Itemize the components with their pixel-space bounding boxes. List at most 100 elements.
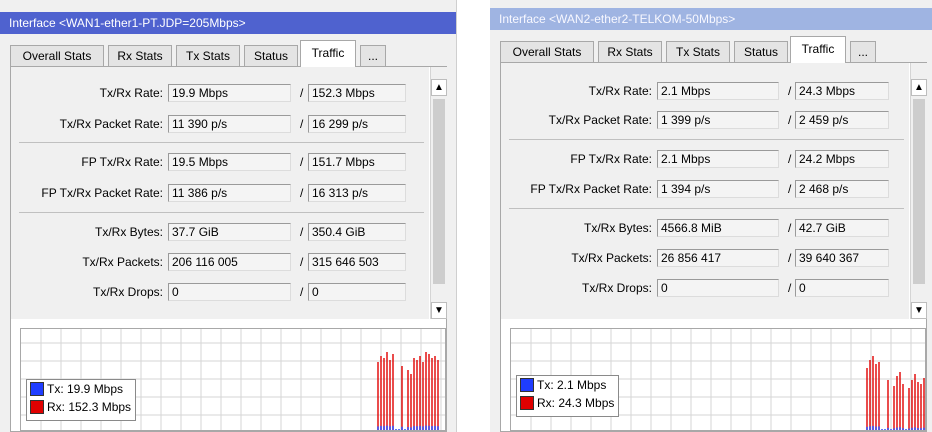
tx-packet-rate-value: 11 390 p/s [168, 115, 291, 133]
graph-legend: Tx: 2.1 Mbps Rx: 24.3 Mbps [516, 375, 620, 417]
scroll-up-icon[interactable]: ▲ [911, 79, 927, 96]
field-label: Tx/Rx Rate: [588, 84, 652, 98]
separator-slash: / [300, 225, 304, 239]
fp-tx-rate-value: 2.1 Mbps [657, 150, 779, 168]
stats-fields: Tx/Rx Rate: 2.1 Mbps / 24.3 Mbps Tx/Rx P… [501, 63, 909, 319]
field-label: Tx/Rx Bytes: [94, 225, 163, 239]
fp-rx-rate-value: 24.2 Mbps [795, 150, 889, 168]
field-label: FP Tx/Rx Packet Rate: [41, 186, 163, 200]
tab-label: ... [367, 49, 378, 63]
traffic-tab-content: Tx/Rx Rate: 19.9 Mbps / 152.3 Mbps Tx/Rx… [10, 66, 447, 432]
tab-label: Status [743, 45, 779, 59]
field-label: FP Tx/Rx Rate: [81, 155, 163, 169]
tx-rate-value: 19.9 Mbps [168, 84, 291, 102]
window-title: Interface <WAN2-ether2-TELKOM-50Mbps> [499, 12, 736, 26]
tab-rx-stats[interactable]: Rx Stats [108, 45, 172, 66]
traffic-tab-content: Tx/Rx Rate: 2.1 Mbps / 24.3 Mbps Tx/Rx P… [500, 62, 927, 432]
separator-slash: / [788, 182, 792, 196]
field-label: Tx/Rx Drops: [581, 281, 652, 295]
tab-traffic[interactable]: Traffic [790, 36, 846, 63]
tab-more[interactable]: ... [850, 41, 876, 62]
divider [509, 208, 904, 209]
scroll-down-icon[interactable]: ▼ [431, 302, 447, 319]
separator-slash: / [300, 285, 304, 299]
tab-label: Overall Stats [512, 45, 582, 59]
fp-rx-packet-rate-value: 16 313 p/s [308, 184, 406, 202]
tx-bytes-value: 37.7 GiB [168, 223, 291, 241]
tab-label: Overall Stats [22, 49, 92, 63]
field-label: Tx/Rx Drops: [92, 285, 163, 299]
scroll-up-icon[interactable]: ▲ [431, 79, 447, 96]
interface-window-wan2: Interface <WAN2-ether2-TELKOM-50Mbps> Ov… [490, 0, 932, 432]
tab-rx-stats[interactable]: Rx Stats [598, 41, 662, 62]
vertical-scrollbar[interactable]: ▲ ▼ [430, 67, 447, 319]
divider [19, 212, 424, 213]
legend-tx: Tx: 19.9 Mbps [30, 382, 131, 400]
tab-label: ... [857, 45, 868, 59]
legend-rx: Rx: 24.3 Mbps [520, 396, 614, 414]
scroll-down-icon[interactable]: ▼ [911, 302, 927, 319]
scroll-thumb[interactable] [913, 99, 925, 284]
traffic-graph: Tx: 19.9 Mbps Rx: 152.3 Mbps [20, 328, 446, 431]
legend-rx: Rx: 152.3 Mbps [30, 400, 131, 418]
tab-tx-stats[interactable]: Tx Stats [666, 41, 730, 62]
tx-rx-drops-row: Tx/Rx Drops: 0 / 0 [501, 279, 909, 297]
window-title-bar[interactable]: Interface <WAN1-ether1-PT.JDP=205Mbps> [0, 12, 456, 34]
field-label: FP Tx/Rx Rate: [570, 152, 652, 166]
tx-rx-rate-row: Tx/Rx Rate: 19.9 Mbps / 152.3 Mbps [11, 84, 429, 102]
separator-slash: / [300, 86, 304, 100]
fp-tx-packet-rate-value: 1 394 p/s [657, 180, 779, 198]
tab-tx-stats[interactable]: Tx Stats [176, 45, 240, 66]
window-top-strip [490, 0, 932, 8]
legend-tx-label: Tx: 19.9 Mbps [47, 382, 124, 396]
graph-legend: Tx: 19.9 Mbps Rx: 152.3 Mbps [26, 379, 137, 421]
tx-rx-drops-row: Tx/Rx Drops: 0 / 0 [11, 283, 429, 301]
tab-traffic[interactable]: Traffic [300, 40, 356, 67]
tab-more[interactable]: ... [360, 45, 386, 66]
tx-rx-packet-rate-row: Tx/Rx Packet Rate: 11 390 p/s / 16 299 p… [11, 115, 429, 133]
tx-packets-value: 26 856 417 [657, 249, 779, 267]
separator-slash: / [788, 221, 792, 235]
tab-label: Status [253, 49, 289, 63]
fp-tx-packet-rate-value: 11 386 p/s [168, 184, 291, 202]
tx-bytes-value: 4566.8 MiB [657, 219, 779, 237]
separator-slash: / [788, 84, 792, 98]
field-label: Tx/Rx Packets: [82, 255, 163, 269]
window-title-bar[interactable]: Interface <WAN2-ether2-TELKOM-50Mbps> [490, 8, 932, 30]
tx-rx-packet-rate-row: Tx/Rx Packet Rate: 1 399 p/s / 2 459 p/s [501, 111, 909, 129]
rx-drops-value: 0 [795, 279, 889, 297]
separator-slash: / [788, 281, 792, 295]
tab-status[interactable]: Status [244, 45, 298, 66]
fp-rx-rate-value: 151.7 Mbps [308, 153, 406, 171]
field-label: Tx/Rx Packet Rate: [59, 117, 163, 131]
rx-rate-value: 24.3 Mbps [795, 82, 889, 100]
tab-status[interactable]: Status [734, 41, 788, 62]
rx-swatch [520, 396, 534, 410]
desktop-gap [457, 0, 490, 432]
field-label: Tx/Rx Rate: [99, 86, 163, 100]
field-label: FP Tx/Rx Packet Rate: [530, 182, 652, 196]
rx-rate-value: 152.3 Mbps [308, 84, 406, 102]
rx-packet-rate-value: 2 459 p/s [795, 111, 889, 129]
separator-slash: / [300, 186, 304, 200]
field-label: Tx/Rx Packets: [571, 251, 652, 265]
tx-rx-rate-row: Tx/Rx Rate: 2.1 Mbps / 24.3 Mbps [501, 82, 909, 100]
fp-tx-rx-packet-rate-row: FP Tx/Rx Packet Rate: 11 386 p/s / 16 31… [11, 184, 429, 202]
tx-rx-packets-row: Tx/Rx Packets: 26 856 417 / 39 640 367 [501, 249, 909, 267]
tab-overall-stats[interactable]: Overall Stats [10, 45, 104, 66]
fp-tx-rx-packet-rate-row: FP Tx/Rx Packet Rate: 1 394 p/s / 2 468 … [501, 180, 909, 198]
scroll-thumb[interactable] [433, 99, 445, 284]
field-label: Tx/Rx Packet Rate: [548, 113, 652, 127]
vertical-scrollbar[interactable]: ▲ ▼ [910, 63, 927, 319]
interface-window-wan1: Interface <WAN1-ether1-PT.JDP=205Mbps> O… [0, 0, 457, 432]
separator-slash: / [788, 152, 792, 166]
legend-rx-label: Rx: 152.3 Mbps [47, 400, 132, 414]
legend-tx: Tx: 2.1 Mbps [520, 378, 614, 396]
rx-swatch [30, 400, 44, 414]
rx-drops-value: 0 [308, 283, 406, 301]
separator-slash: / [300, 155, 304, 169]
rx-packets-value: 315 646 503 [308, 253, 406, 271]
tab-overall-stats[interactable]: Overall Stats [500, 41, 594, 62]
tx-drops-value: 0 [168, 283, 291, 301]
rx-packet-rate-value: 16 299 p/s [308, 115, 406, 133]
